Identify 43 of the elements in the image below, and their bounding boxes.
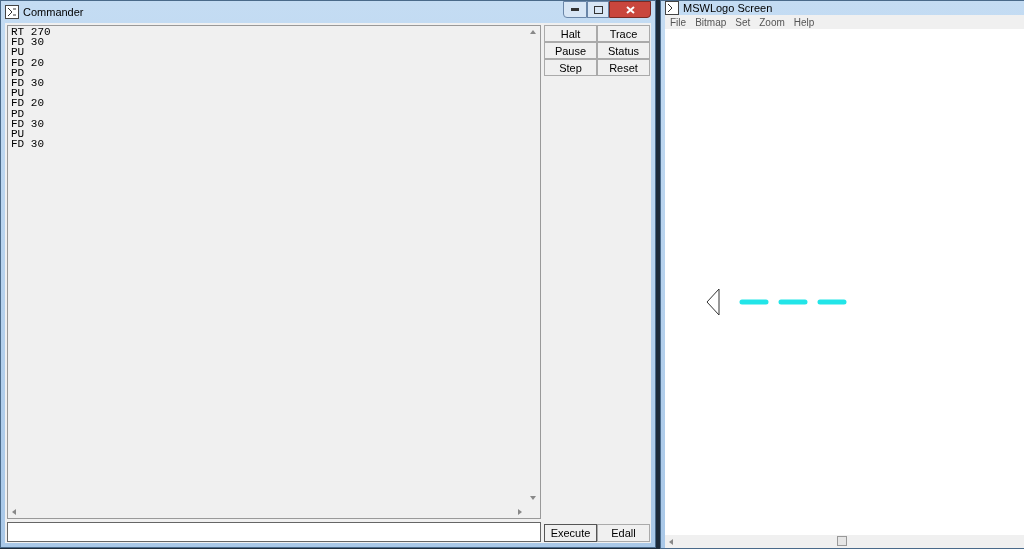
scroll-down-icon	[529, 496, 536, 500]
menu-item[interactable]: Zoom	[759, 14, 785, 30]
menu-item[interactable]: Bitmap	[695, 14, 727, 30]
close-icon	[625, 5, 635, 14]
history-line: RT 270	[11, 27, 51, 38]
app-icon	[665, 1, 679, 15]
command-button[interactable]: Reset	[597, 59, 650, 76]
command-button[interactable]: Edall	[597, 524, 650, 542]
history-line: PD	[11, 67, 25, 78]
menu-item[interactable]: Set	[735, 14, 751, 30]
history-line: PU	[11, 129, 25, 140]
command-input[interactable]	[7, 522, 541, 542]
close-button[interactable]	[609, 1, 651, 18]
history-line: FD 20	[11, 98, 44, 109]
window-title: Commander	[23, 4, 84, 20]
app-icon	[5, 5, 19, 19]
history-line: PD	[11, 108, 25, 119]
minimize-icon	[571, 8, 579, 11]
window-title: MSWLogo Screen	[683, 1, 773, 15]
command-button[interactable]: Status	[597, 42, 650, 59]
history-line: FD 20	[11, 57, 44, 68]
minimize-button[interactable]	[563, 1, 587, 18]
history-line: PU	[11, 47, 25, 58]
history-line: PU	[11, 88, 25, 99]
scroll-right-icon	[518, 508, 522, 515]
history-line: FD 30	[11, 78, 44, 89]
history-line: FD 30	[11, 37, 44, 48]
command-button[interactable]: Pause	[544, 42, 597, 59]
command-button[interactable]: Execute	[544, 524, 597, 542]
command-button[interactable]: Step	[544, 59, 597, 76]
history-line: FD 30	[11, 139, 44, 150]
scroll-up-icon	[529, 30, 536, 34]
menu-item[interactable]: File	[670, 14, 687, 30]
scroll-left-icon	[669, 538, 673, 545]
scrollbar-thumb[interactable]	[837, 536, 847, 546]
maximize-icon	[593, 5, 603, 14]
scroll-left-icon	[12, 508, 16, 515]
command-button[interactable]: Trace	[597, 25, 650, 42]
command-button[interactable]: Halt	[544, 25, 597, 42]
horizontal-scrollbar[interactable]	[665, 535, 1024, 548]
history-line: FD 30	[11, 118, 44, 130]
maximize-button[interactable]	[587, 1, 609, 18]
menu-item[interactable]: Help	[793, 14, 815, 30]
